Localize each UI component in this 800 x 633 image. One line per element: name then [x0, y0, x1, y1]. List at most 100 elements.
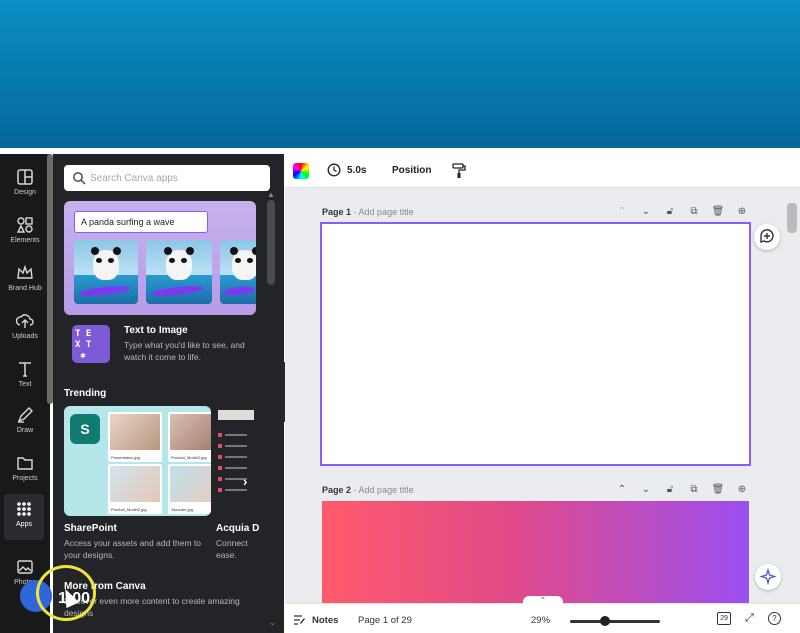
comment-add-icon	[760, 229, 774, 243]
show-pages-chevron-icon[interactable]: ⌃	[523, 596, 563, 606]
panda-image-2	[146, 240, 212, 304]
trash-icon[interactable]: 🗑︎	[711, 206, 725, 218]
lock-icon[interactable]: 🔓︎	[663, 484, 677, 496]
canvas-scrollbar[interactable]	[787, 203, 797, 233]
acquia-file-list	[218, 432, 256, 498]
canvas-area: Page 1 - Add page title ⌃ ⌄ 🔓︎ ⧉ 🗑︎ ⊕ Pa…	[285, 188, 800, 603]
position-button[interactable]: Position	[392, 165, 431, 176]
color-picker-button[interactable]	[293, 163, 309, 179]
page-header: Page 1 - Add page title	[322, 207, 414, 217]
page-actions: ⌃ ⌄ 🔓︎ ⧉ 🗑︎ ⊕	[615, 484, 749, 496]
text-to-image-app[interactable]: T EX T ✱ Text to Image Type what you'd l…	[64, 321, 256, 367]
rail-label: Uploads	[12, 333, 38, 340]
chevron-down-icon[interactable]: ⌄	[639, 484, 653, 496]
desc-line: Type what you'd like to see, and	[124, 340, 245, 350]
rail-item-design[interactable]: Design	[0, 162, 50, 208]
rail-label: Elements	[10, 237, 40, 244]
top-banner	[0, 0, 800, 148]
paint-roller-icon[interactable]	[452, 163, 466, 179]
chevron-up-icon[interactable]: ⌃	[615, 484, 629, 496]
editor-toolbar: 5.0s Position	[285, 154, 800, 188]
desc-line: your designs.	[64, 550, 115, 560]
rail-item-text[interactable]: Text	[0, 354, 50, 400]
page-1-canvas[interactable]	[320, 222, 751, 466]
bottom-bar: ⌃ Notes Page 1 of 29 29% 29 ⤢ ?	[285, 596, 800, 633]
sparkle-icon	[759, 567, 777, 586]
add-page-icon[interactable]: ⊕	[735, 484, 749, 496]
rail-item-uploads[interactable]: Uploads	[0, 306, 50, 352]
rail-label: Apps	[16, 521, 32, 528]
rail-item-apps[interactable]: Apps	[4, 494, 44, 540]
acquia-preview[interactable]	[216, 406, 256, 516]
page-label: Page 2	[322, 485, 352, 495]
design-icon	[17, 169, 33, 185]
lock-icon[interactable]: 🔓︎	[663, 206, 677, 218]
scroll-up-icon[interactable]: ▲	[267, 190, 275, 199]
file-thumb: Product_Model2.jpg	[108, 464, 162, 514]
elements-icon	[16, 217, 33, 233]
rail-label: Projects	[12, 475, 38, 482]
notes-button[interactable]: Notes	[293, 614, 338, 626]
rail-label: Design	[14, 189, 36, 196]
acquia-title[interactable]: Acquia D	[216, 523, 259, 534]
magic-assistant-button[interactable]	[755, 564, 781, 590]
duration-label: 5.0s	[347, 164, 367, 176]
duplicate-icon[interactable]: ⧉	[687, 484, 701, 496]
page-2-canvas[interactable]	[322, 501, 749, 603]
folder-icon	[17, 457, 33, 470]
page-title-input[interactable]: - Add page title	[354, 207, 414, 217]
rail-item-brand-hub[interactable]: Brand Hub	[0, 258, 50, 304]
scroll-down-icon[interactable]: ⌄	[269, 618, 276, 627]
notes-icon	[294, 615, 305, 625]
panda-image-1	[74, 240, 138, 304]
text-to-image-preview[interactable]: A panda surfing a wave	[64, 201, 256, 315]
fullscreen-icon[interactable]: ⤢	[745, 612, 754, 625]
page-actions: ⌃ ⌄ 🔓︎ ⧉ 🗑︎ ⊕	[615, 206, 749, 218]
rail-item-projects[interactable]: Projects	[0, 448, 50, 494]
panda-image-3	[220, 240, 256, 304]
zoom-slider-knob[interactable]	[600, 616, 610, 626]
page-label: Page 1	[322, 207, 352, 217]
crown-icon	[17, 264, 33, 279]
trending-heading: Trending	[64, 388, 107, 399]
grid-view-button[interactable]: 29	[717, 612, 731, 625]
search-input[interactable]	[90, 169, 260, 187]
duplicate-icon[interactable]: ⧉	[687, 206, 701, 218]
prompt-field: A panda surfing a wave	[74, 211, 208, 233]
search-box[interactable]	[64, 165, 270, 191]
desc-line: Access your assets and add them to	[64, 538, 202, 548]
page-title-input[interactable]: - Add page title	[354, 485, 414, 495]
rail-item-elements[interactable]: Elements	[0, 210, 50, 256]
sharepoint-preview[interactable]: S Presentation.jpg Product_Model2.jpg Pr…	[64, 406, 211, 516]
apps-panel: A panda surfing a wave T EX T ✱ Text to …	[53, 154, 284, 633]
rail-item-draw[interactable]: Draw	[0, 400, 50, 446]
file-thumb: Skincare.jpg	[168, 464, 211, 514]
desc-line: ease.	[216, 550, 237, 560]
apps-icon	[17, 502, 31, 516]
help-icon[interactable]: ?	[767, 612, 781, 625]
file-thumb: Presentation.jpg	[108, 412, 162, 462]
left-rail: Design Elements Brand Hub Uploads Text D…	[0, 154, 50, 633]
text-icon	[19, 362, 31, 377]
clock-icon	[327, 163, 341, 177]
rail-label: Text	[18, 381, 32, 388]
zoom-slider-track[interactable]	[570, 620, 660, 623]
chevron-right-icon[interactable]: ›	[243, 474, 247, 489]
trash-icon[interactable]: 🗑︎	[711, 484, 725, 496]
rail-label: Brand Hub	[8, 285, 42, 292]
add-page-icon[interactable]: ⊕	[735, 206, 749, 218]
chevron-down-icon[interactable]: ⌄	[639, 206, 653, 218]
sharepoint-title[interactable]: SharePoint	[64, 523, 117, 534]
zoom-level[interactable]: 29%	[531, 615, 550, 626]
duration-button[interactable]: 5.0s	[327, 163, 366, 177]
page-indicator[interactable]: Page 1 of 29	[358, 615, 412, 626]
desc-line: watch it come to life.	[124, 352, 202, 362]
acquia-header-bar	[218, 410, 254, 420]
acquia-description: Connect ease.	[216, 537, 248, 561]
sharepoint-description: Access your assets and add them to your …	[64, 537, 201, 561]
panel-scrollbar[interactable]	[267, 200, 275, 285]
chevron-up-icon[interactable]: ⌃	[615, 206, 629, 218]
comment-button[interactable]	[754, 224, 780, 250]
photo-icon	[17, 560, 33, 574]
file-thumb: Product_Model2.jpg	[168, 412, 211, 462]
